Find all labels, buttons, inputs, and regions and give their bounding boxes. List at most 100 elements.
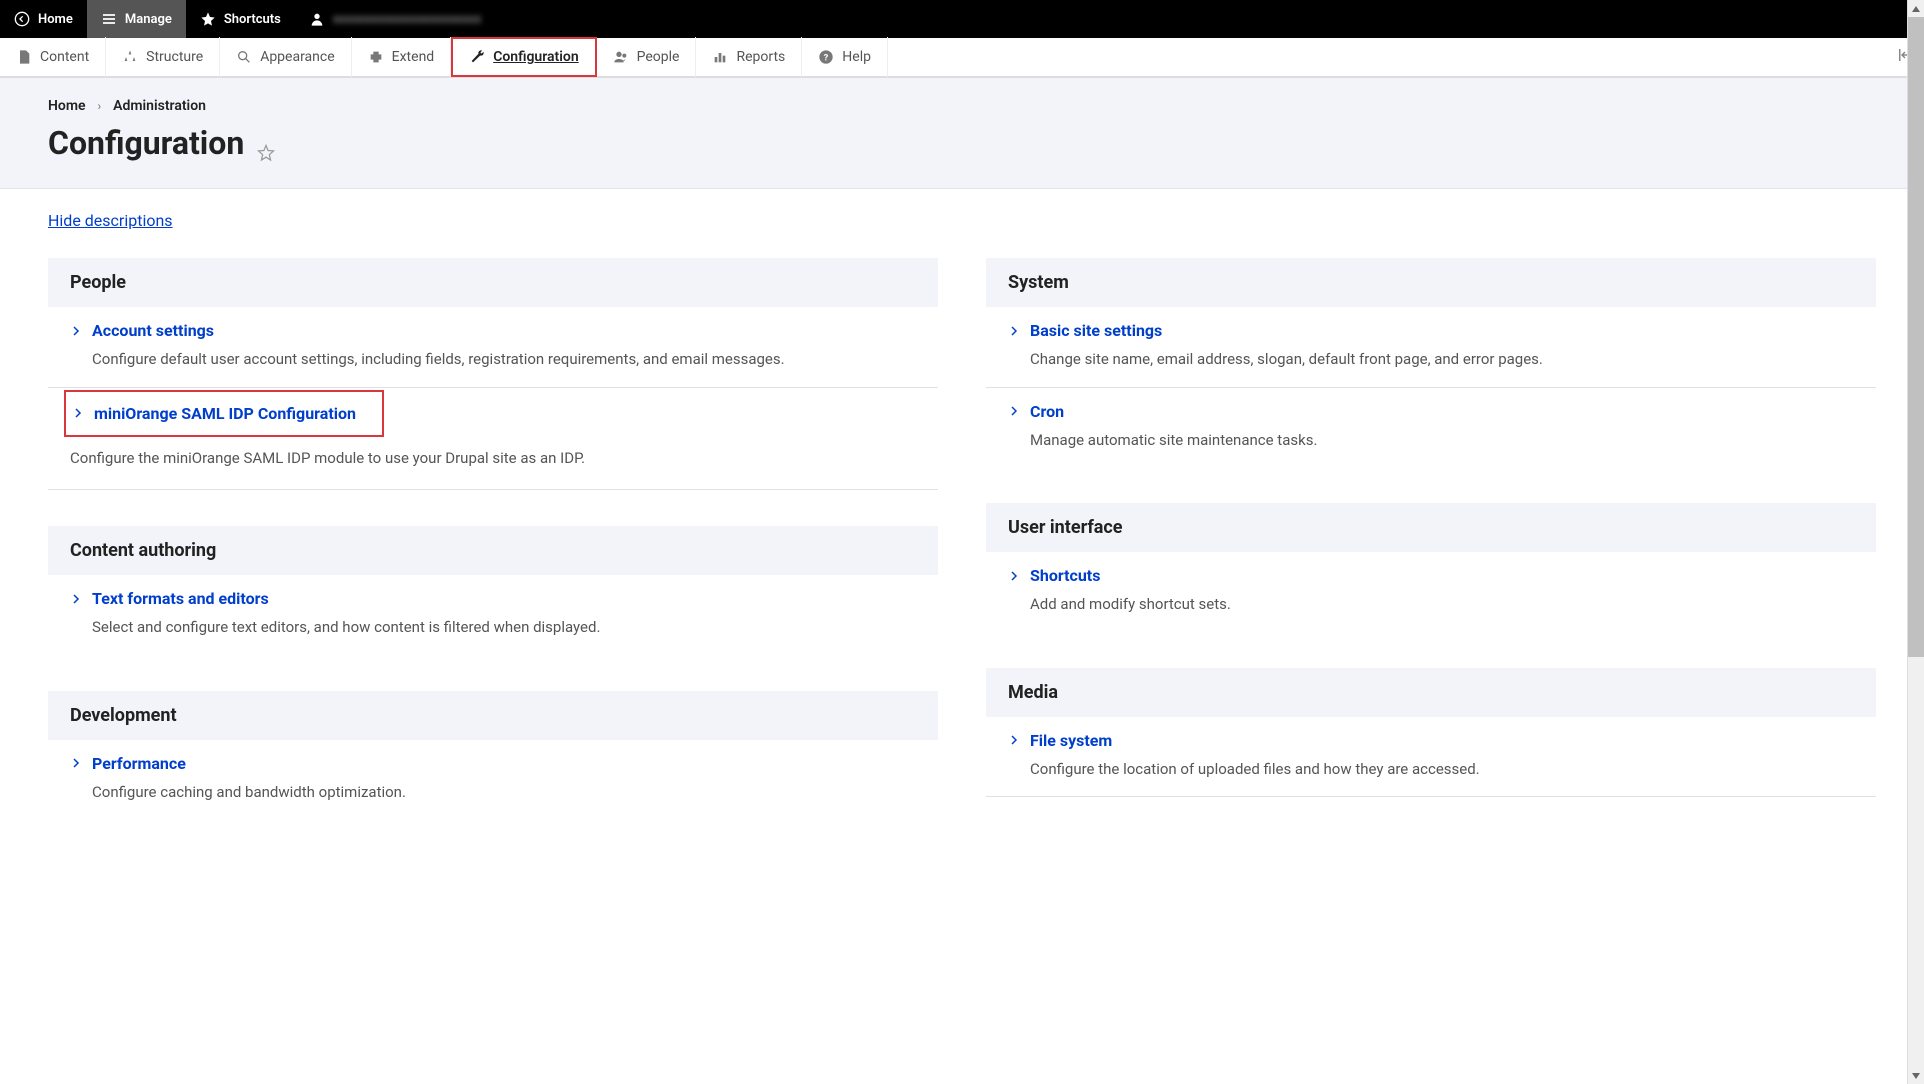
people-icon: [613, 49, 629, 65]
top-toolbar: Home Manage Shortcuts xxxxxxxxxxxxxxxxxx…: [0, 0, 1924, 38]
svg-text:?: ?: [824, 52, 829, 63]
config-item-account-settings: Account settings Configure default user …: [48, 307, 938, 388]
chevron-right-icon: [1008, 325, 1020, 337]
item-link-label: Performance: [92, 754, 186, 773]
section-header: Development: [48, 691, 938, 740]
vertical-scrollbar[interactable]: [1907, 0, 1924, 1084]
menu-appearance-label: Appearance: [260, 49, 334, 65]
toolbar-manage-label: Manage: [125, 12, 172, 27]
section-header: People: [48, 258, 938, 307]
menu-reports-label: Reports: [736, 49, 785, 65]
section-people: People Account settings Configure defaul…: [48, 258, 938, 490]
toolbar-user[interactable]: xxxxxxxxxxxxxxxxxxxxxxx: [295, 0, 495, 38]
item-description: Configure the location of uploaded files…: [1008, 758, 1854, 781]
link-shortcuts[interactable]: Shortcuts: [1008, 566, 1854, 585]
menu-configuration-label: Configuration: [493, 49, 578, 65]
item-description: Add and modify shortcut sets.: [1008, 593, 1854, 616]
star-outline-icon: [256, 143, 276, 163]
item-description: Select and configure text editors, and h…: [70, 616, 916, 639]
paint-icon: [236, 49, 252, 65]
item-link-label: Text formats and editors: [92, 589, 269, 608]
page-title: Configuration: [48, 124, 1876, 162]
item-link-label: File system: [1030, 731, 1112, 750]
menu-help[interactable]: ? Help: [802, 37, 888, 77]
link-account-settings[interactable]: Account settings: [70, 321, 916, 340]
section-header: System: [986, 258, 1876, 307]
back-circle-icon: [14, 11, 30, 27]
triangle-up-icon: [1911, 4, 1921, 14]
chevron-right-icon: ›: [98, 99, 102, 113]
item-description: Change site name, email address, slogan,…: [1008, 348, 1854, 371]
page-header: Home › Administration Configuration: [0, 78, 1924, 189]
section-content-authoring: Content authoring Text formats and edito…: [48, 526, 938, 655]
link-file-system[interactable]: File system: [1008, 731, 1854, 750]
hamburger-icon: [101, 11, 117, 27]
config-item-text-formats: Text formats and editors Select and conf…: [48, 575, 938, 655]
page-title-text: Configuration: [48, 124, 244, 162]
scroll-down-button[interactable]: [1908, 1067, 1924, 1084]
config-item-file-system: File system Configure the location of up…: [986, 717, 1876, 798]
item-link-label: miniOrange SAML IDP Configuration: [94, 404, 356, 423]
toolbar-user-label: xxxxxxxxxxxxxxxxxxxxxxx: [333, 12, 481, 27]
config-item-performance: Performance Configure caching and bandwi…: [48, 740, 938, 820]
link-basic-site[interactable]: Basic site settings: [1008, 321, 1854, 340]
chevron-right-icon: [70, 325, 82, 337]
section-header: User interface: [986, 503, 1876, 552]
menu-reports[interactable]: Reports: [696, 37, 802, 77]
breadcrumb: Home › Administration: [48, 98, 1876, 114]
menu-appearance[interactable]: Appearance: [220, 37, 351, 77]
menu-people[interactable]: People: [597, 37, 697, 77]
link-performance[interactable]: Performance: [70, 754, 916, 773]
menu-content[interactable]: Content: [0, 37, 106, 77]
puzzle-icon: [368, 49, 384, 65]
toolbar-shortcuts-label: Shortcuts: [224, 12, 281, 27]
breadcrumb-home[interactable]: Home: [48, 98, 86, 114]
config-col-right: System Basic site settings Change site n…: [986, 258, 1876, 855]
config-item-shortcuts: Shortcuts Add and modify shortcut sets.: [986, 552, 1876, 632]
section-header: Media: [986, 668, 1876, 717]
breadcrumb-admin[interactable]: Administration: [113, 98, 206, 114]
toolbar-home[interactable]: Home: [0, 0, 87, 38]
link-cron[interactable]: Cron: [1008, 402, 1854, 421]
menu-structure[interactable]: Structure: [106, 37, 220, 77]
document-icon: [16, 49, 32, 65]
favorite-star-button[interactable]: [256, 133, 276, 153]
section-development: Development Performance Configure cachin…: [48, 691, 938, 820]
section-user-interface: User interface Shortcuts Add and modify …: [986, 503, 1876, 632]
section-media: Media File system Configure the location…: [986, 668, 1876, 798]
item-description: Manage automatic site maintenance tasks.: [1008, 429, 1854, 452]
highlighted-box: miniOrange SAML IDP Configuration: [64, 390, 384, 437]
link-text-formats[interactable]: Text formats and editors: [70, 589, 916, 608]
item-description: Configure default user account settings,…: [70, 348, 916, 371]
scroll-up-button[interactable]: [1908, 0, 1924, 17]
item-link-label: Shortcuts: [1030, 566, 1100, 585]
admin-menu: Content Structure Appearance Extend Conf…: [0, 38, 1924, 78]
chevron-right-icon: [1008, 570, 1020, 582]
config-columns: People Account settings Configure defaul…: [48, 258, 1876, 855]
config-item-basic-site: Basic site settings Change site name, em…: [986, 307, 1876, 388]
help-icon: ?: [818, 49, 834, 65]
scroll-thumb[interactable]: [1908, 17, 1924, 657]
item-description: Configure the miniOrange SAML IDP module…: [48, 447, 938, 470]
toolbar-manage[interactable]: Manage: [87, 0, 186, 38]
menu-configuration[interactable]: Configuration: [451, 37, 596, 77]
menu-help-label: Help: [842, 49, 871, 65]
hide-descriptions-link[interactable]: Hide descriptions: [48, 211, 173, 230]
chevron-right-icon: [1008, 734, 1020, 746]
link-saml-idp[interactable]: miniOrange SAML IDP Configuration: [72, 404, 362, 423]
item-description: Configure caching and bandwidth optimiza…: [70, 781, 916, 804]
menu-extend-label: Extend: [392, 49, 435, 65]
menu-content-label: Content: [40, 49, 89, 65]
menu-extend[interactable]: Extend: [352, 37, 452, 77]
item-link-label: Basic site settings: [1030, 321, 1162, 340]
structure-icon: [122, 49, 138, 65]
triangle-down-icon: [1911, 1071, 1921, 1081]
menu-people-label: People: [637, 49, 680, 65]
section-system: System Basic site settings Change site n…: [986, 258, 1876, 467]
chevron-right-icon: [1008, 405, 1020, 417]
item-link-label: Account settings: [92, 321, 214, 340]
chevron-right-icon: [72, 407, 84, 419]
toolbar-shortcuts[interactable]: Shortcuts: [186, 0, 295, 38]
item-link-label: Cron: [1030, 402, 1064, 421]
star-icon: [200, 11, 216, 27]
